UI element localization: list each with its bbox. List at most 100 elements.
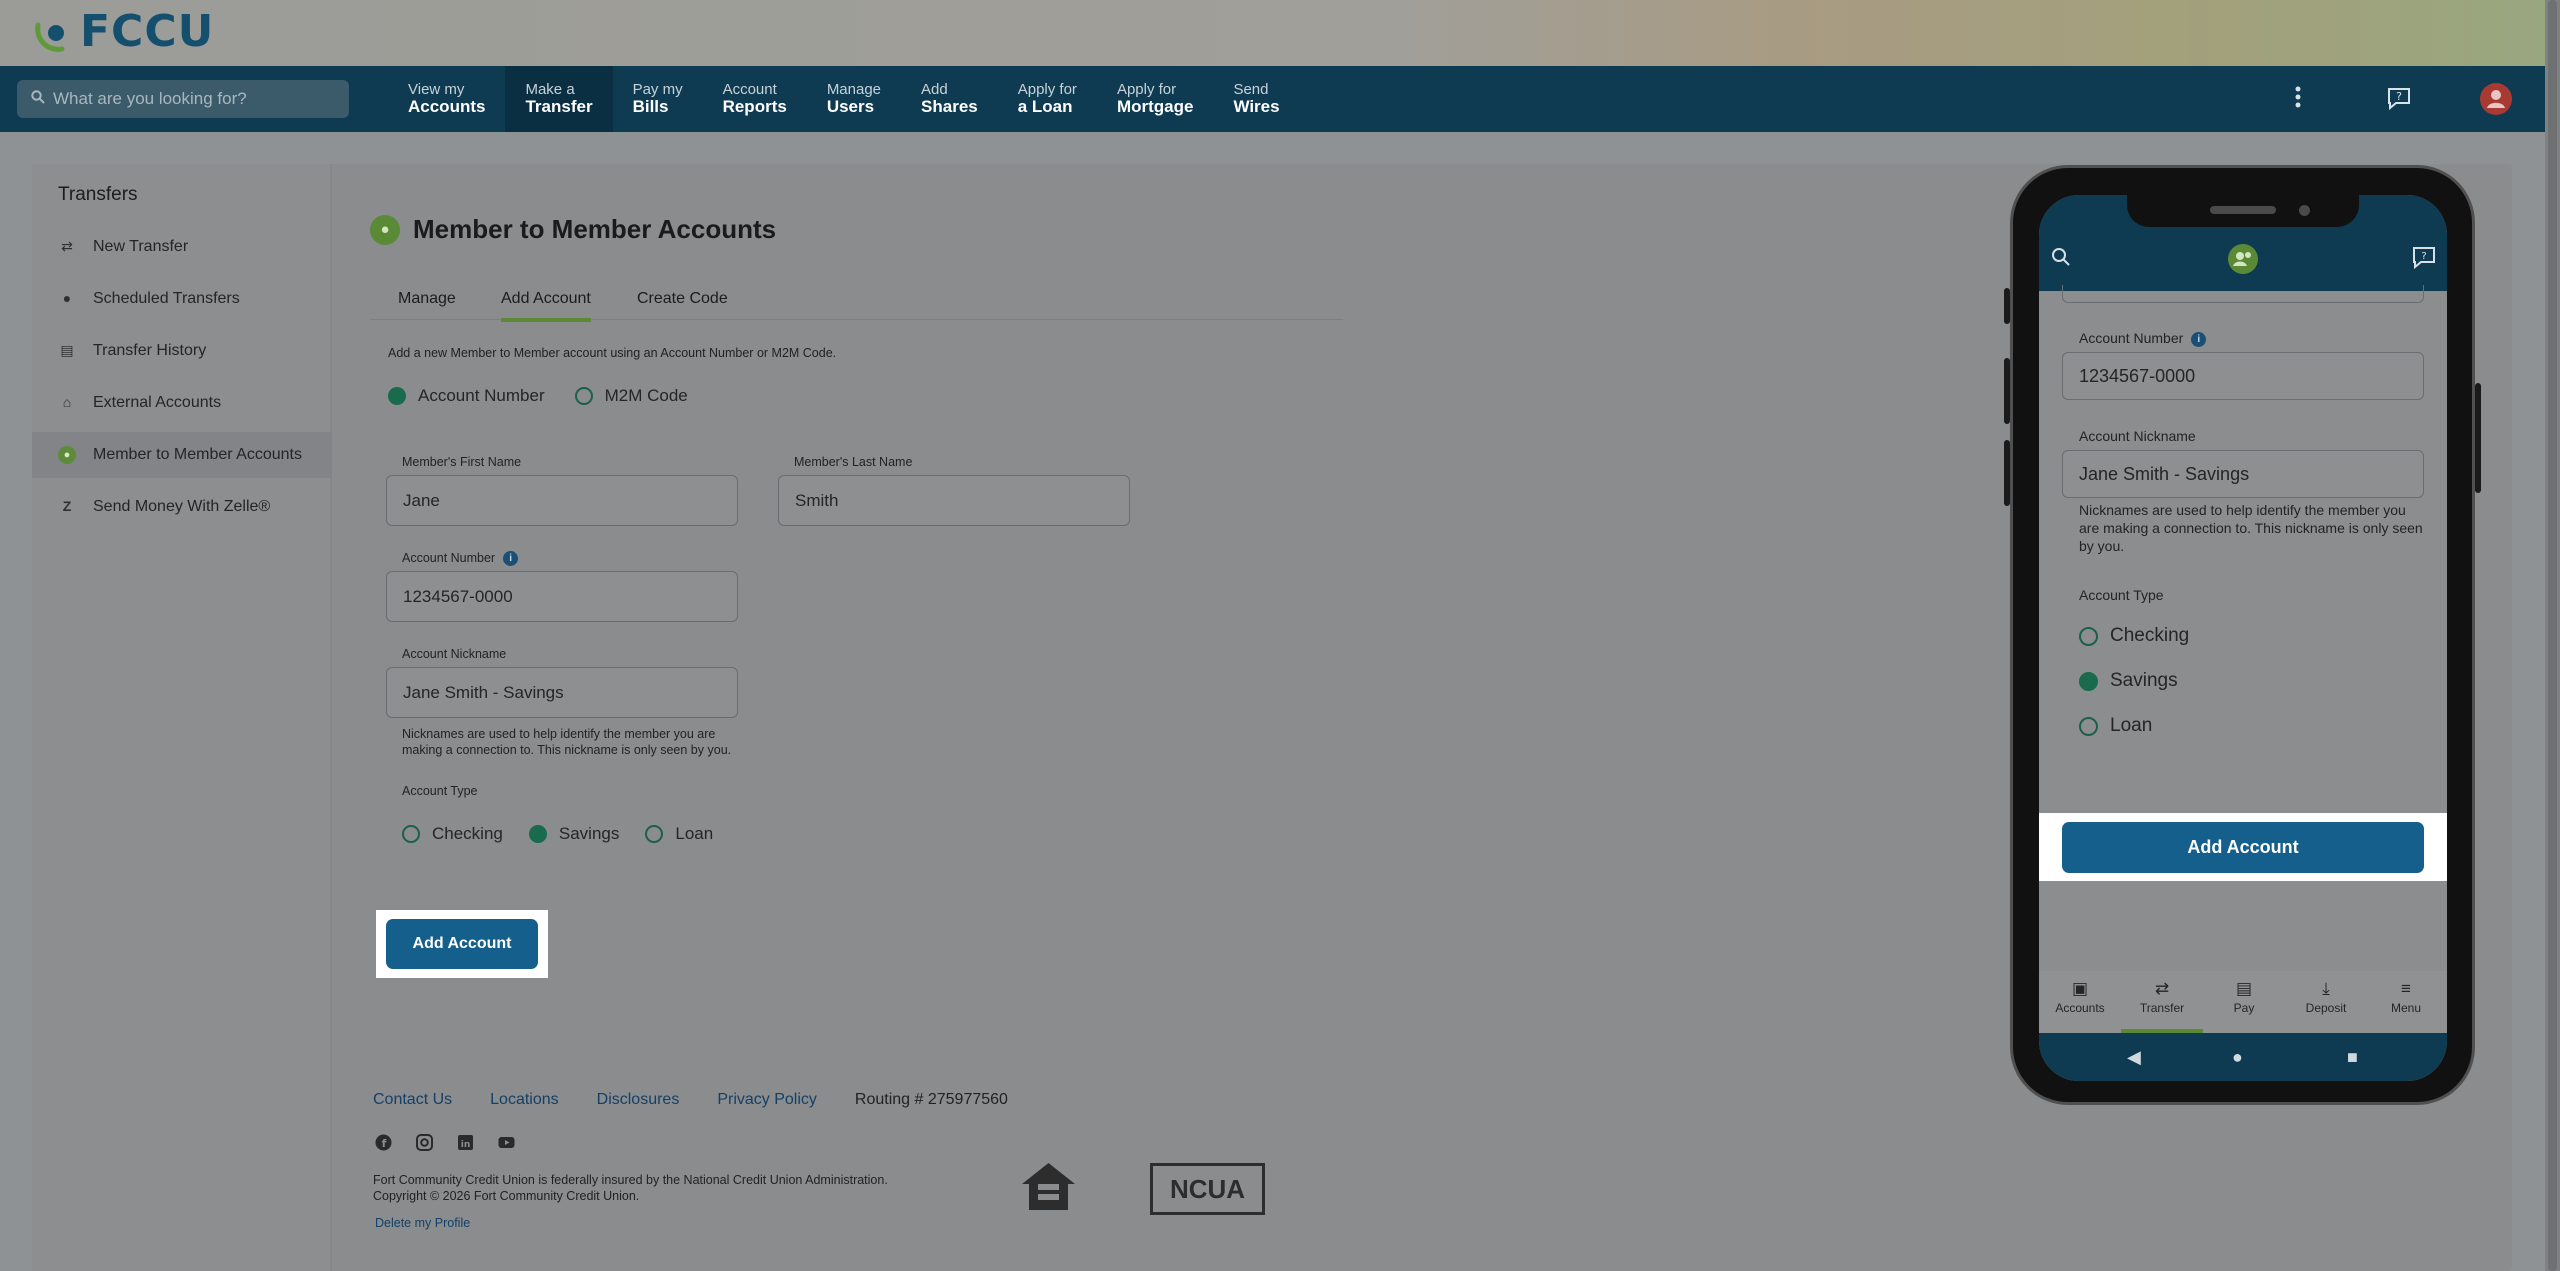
sidebar-title: Transfers <box>58 184 138 205</box>
main-content: ● Member to Member Accounts Manage Add A… <box>340 164 1940 1271</box>
radio-loan[interactable]: Loan <box>645 824 713 844</box>
radio-selected-icon <box>2079 671 2098 691</box>
more-vertical-icon[interactable] <box>2295 85 2301 114</box>
svg-text:in: in <box>461 1140 471 1150</box>
last-name-label: Member's Last Name <box>794 455 913 469</box>
radio-account-number[interactable]: Account Number <box>388 386 545 406</box>
sidebar-item-member-to-member[interactable]: ● Member to Member Accounts <box>32 432 332 478</box>
radio-checking[interactable]: Checking <box>402 824 503 844</box>
mobile-nickname-input[interactable]: Jane Smith - Savings <box>2062 450 2424 498</box>
phone-side-button <box>2475 383 2481 493</box>
add-account-button[interactable]: Add Account <box>386 919 538 969</box>
help-chat-icon[interactable]: ? <box>2386 85 2412 116</box>
sidebar-item-scheduled-transfers[interactable]: ● Scheduled Transfers <box>32 276 332 322</box>
nav-account-reports[interactable]: Account Reports <box>703 66 807 132</box>
mobile-tab-menu[interactable]: ≡ Menu <box>2365 971 2447 1033</box>
members-icon: ● <box>58 446 76 464</box>
hamburger-menu-icon: ≡ <box>2401 979 2411 998</box>
phone-screen: ? Account Number i 1234567-0000 Account N… <box>2039 195 2447 1081</box>
sidebar-item-new-transfer[interactable]: ⇄ New Transfer <box>32 224 332 270</box>
radio-unselected-icon <box>2079 626 2098 646</box>
intro-text: Add a new Member to Member account using… <box>388 346 837 360</box>
footer-link-locations[interactable]: Locations <box>490 1091 559 1109</box>
recents-square-icon[interactable]: ■ <box>2347 1047 2358 1068</box>
phone-side-button <box>2004 288 2010 324</box>
tab-create-code[interactable]: Create Code <box>637 290 728 318</box>
mobile-nickname-label: Account Nickname <box>2079 428 2196 444</box>
brand-bar: FCCU <box>0 0 2560 66</box>
facebook-icon[interactable]: f <box>375 1134 392 1151</box>
social-links: f in <box>375 1134 539 1151</box>
bank-icon: ⌂ <box>62 394 72 410</box>
mobile-tab-deposit[interactable]: ⤓ Deposit <box>2285 971 2367 1033</box>
nav-make-transfer[interactable]: Make a Transfer <box>505 66 613 132</box>
tab-add-account[interactable]: Add Account <box>501 290 591 322</box>
youtube-icon[interactable] <box>498 1134 515 1151</box>
tab-manage[interactable]: Manage <box>398 290 456 318</box>
deposit-icon: ⤓ <box>2322 979 2330 998</box>
tab-bar: Manage Add Account Create Code <box>370 290 1343 322</box>
last-name-input[interactable]: Smith <box>778 475 1130 526</box>
sidebar-item-zelle[interactable]: Z Send Money With Zelle® <box>32 484 332 530</box>
radio-m2m-code[interactable]: M2M Code <box>574 386 688 406</box>
clock-icon: ● <box>62 290 72 306</box>
sidebar-item-transfer-history[interactable]: ▤ Transfer History <box>32 328 332 374</box>
routing-number: Routing # 275977560 <box>854 1091 1008 1108</box>
profile-avatar-icon[interactable] <box>2480 83 2512 120</box>
mobile-header: ? <box>2039 195 2447 291</box>
footer-link-contact[interactable]: Contact Us <box>373 1091 452 1109</box>
bill-icon: ▤ <box>2235 979 2253 998</box>
nav-view-accounts[interactable]: View my Accounts <box>388 66 505 132</box>
nav-pay-bills[interactable]: Pay my Bills <box>613 66 703 132</box>
radio-unselected-icon <box>402 825 420 843</box>
home-circle-icon[interactable]: ● <box>2232 1047 2243 1068</box>
mobile-tab-pay[interactable]: ▤ Pay <box>2203 971 2285 1033</box>
nav-add-shares[interactable]: Add Shares <box>901 66 998 132</box>
back-triangle-icon[interactable]: ◀ <box>2127 1047 2141 1068</box>
info-icon[interactable]: i <box>2191 331 2207 347</box>
mobile-tab-accounts[interactable]: ▣ Accounts <box>2039 971 2121 1033</box>
footer-link-privacy[interactable]: Privacy Policy <box>717 1091 817 1109</box>
nav-apply-mortgage[interactable]: Apply for Mortgage <box>1097 66 1214 132</box>
nav-apply-loan[interactable]: Apply for a Loan <box>998 66 1097 132</box>
footer-link-disclosures[interactable]: Disclosures <box>597 1091 680 1109</box>
page-title: Member to Member Accounts <box>413 214 777 244</box>
android-system-bar: ◀ ● ■ <box>2039 1033 2447 1081</box>
radio-unselected-icon <box>2079 716 2098 736</box>
nav-manage-users[interactable]: Manage Users <box>807 66 901 132</box>
legal-text: Fort Community Credit Union is federally… <box>373 1173 888 1203</box>
radio-selected-icon <box>388 387 406 405</box>
fccu-logo[interactable]: FCCU <box>32 6 214 57</box>
mobile-radio-checking[interactable]: Checking <box>2079 625 2189 647</box>
ncua-logo: NCUA <box>1150 1163 1265 1215</box>
radio-savings[interactable]: Savings <box>528 824 619 844</box>
sidebar-item-external-accounts[interactable]: ⌂ External Accounts <box>32 380 332 426</box>
linkedin-icon[interactable]: in <box>457 1134 474 1151</box>
info-icon[interactable]: i <box>503 551 519 567</box>
scrollbar-thumb[interactable] <box>2548 0 2557 1271</box>
mobile-account-number-input[interactable]: 1234567-0000 <box>2062 352 2424 400</box>
svg-text:f: f <box>382 1137 387 1150</box>
zelle-icon: Z <box>62 498 72 514</box>
search-placeholder: What are you looking for? <box>53 89 247 108</box>
nav-send-wires[interactable]: Send Wires <box>1213 66 1299 132</box>
nickname-input[interactable]: Jane Smith - Savings <box>386 667 738 718</box>
mobile-radio-savings[interactable]: Savings <box>2079 670 2178 692</box>
help-chat-icon[interactable]: ? <box>2411 245 2437 274</box>
search-icon[interactable] <box>2051 247 2071 272</box>
first-name-input[interactable]: Jane <box>386 475 738 526</box>
delete-profile-link[interactable]: Delete my Profile <box>375 1216 470 1230</box>
mobile-preview: ? Account Number i 1234567-0000 Account N… <box>2004 165 2481 1105</box>
logo-mark-icon <box>32 9 78 55</box>
search-input[interactable]: What are you looking for? <box>17 80 349 118</box>
mobile-tab-bar: ▣ Accounts ⇄ Transfer ▤ Pay ⤓ Deposit ≡ … <box>2039 971 2447 1033</box>
mobile-radio-loan[interactable]: Loan <box>2079 715 2152 737</box>
phone-notch <box>2127 195 2359 227</box>
mobile-add-account-button[interactable]: Add Account <box>2062 822 2424 873</box>
members-icon <box>2227 243 2259 280</box>
instagram-icon[interactable] <box>416 1134 433 1151</box>
nickname-label: Account Nickname <box>402 647 507 661</box>
mobile-tab-transfer[interactable]: ⇄ Transfer <box>2121 971 2203 1033</box>
swap-arrows-icon: ⇄ <box>2154 979 2170 998</box>
account-number-input[interactable]: 1234567-0000 <box>386 571 738 622</box>
